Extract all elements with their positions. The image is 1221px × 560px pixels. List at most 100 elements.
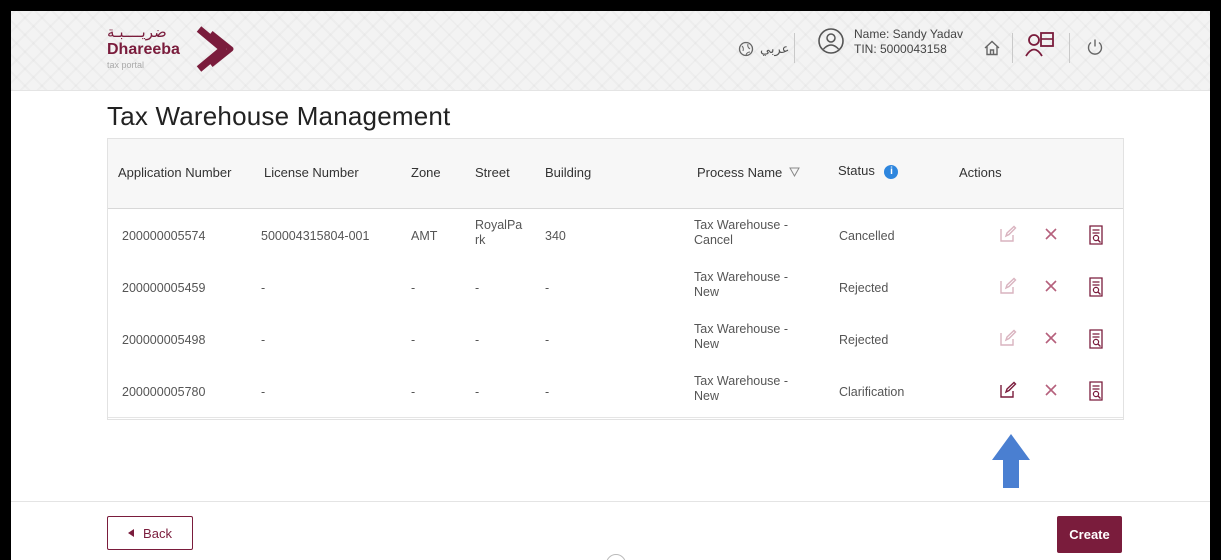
back-button[interactable]: Back [107, 516, 193, 550]
table-header: Application Number License Number Zone S… [108, 139, 1123, 210]
footer-divider [11, 501, 1210, 502]
table-row: 200000005498 - - - - Tax Warehouse - New Reject… [108, 313, 1123, 366]
cell-process-name: Tax Warehouse - New [694, 322, 788, 352]
street-line-2: rk [475, 233, 486, 247]
street-line-1: - [475, 385, 480, 399]
home-icon [984, 40, 1000, 56]
edit-icon[interactable] [999, 329, 1017, 352]
cell-license-number: - [261, 333, 266, 347]
cell-license-number: - [261, 385, 266, 399]
edit-icon[interactable] [999, 381, 1017, 404]
cell-application-number: 200000005459 [122, 281, 206, 295]
cell-zone: - [411, 333, 416, 347]
cell-street: RoyalPa rk [475, 218, 522, 248]
header-license-number[interactable]: License Number [264, 165, 359, 180]
app-window: ضريــــبـة Dhareeba tax portal عربي Name… [11, 11, 1210, 560]
page-title: Tax Warehouse Management [107, 101, 451, 131]
process-line-2: New [694, 285, 720, 299]
process-line-2: Cancel [694, 233, 733, 247]
cell-application-number: 200000005498 [122, 333, 206, 347]
street-line-1: RoyalPa [475, 218, 523, 232]
back-arrow-icon [128, 529, 135, 537]
create-button[interactable]: Create [1057, 516, 1122, 553]
table-row: 200000005780 - - - - Tax Warehouse - New Clarif… [108, 365, 1123, 418]
user-circle-icon [818, 28, 844, 54]
process-line-1: Tax Warehouse - [694, 218, 789, 232]
logo-chevron-icon [196, 26, 234, 72]
process-line-2: New [694, 337, 720, 351]
logout-button[interactable] [1086, 38, 1104, 56]
cell-zone: AMT [411, 229, 438, 243]
arrow-up-icon [992, 434, 1030, 488]
top-header: ضريــــبـة Dhareeba tax portal عربي Name… [11, 11, 1210, 91]
table-row: 200000005459 - - - - Tax Warehouse - New Reject… [108, 261, 1123, 314]
cell-status: Cancelled [839, 229, 895, 243]
home-button[interactable] [983, 39, 1001, 57]
logo-brand-name: Dhareeba [107, 41, 180, 58]
edit-icon[interactable] [999, 277, 1017, 300]
info-icon[interactable]: i [884, 164, 899, 179]
cell-street: - [475, 333, 479, 348]
cell-zone: - [411, 281, 416, 295]
cell-application-number: 200000005574 [122, 229, 206, 243]
back-label: Back [143, 525, 172, 541]
header-process-name[interactable]: Process Name [697, 165, 800, 180]
user-name: Name: Sandy Yadav [854, 27, 963, 41]
header-divider [1069, 33, 1070, 63]
user-profile[interactable] [817, 27, 845, 55]
cell-building: - [545, 281, 550, 295]
close-icon[interactable] [1043, 277, 1059, 300]
warehouse-table: Application Number License Number Zone S… [107, 138, 1124, 420]
user-tin: TIN: 5000043158 [854, 42, 947, 56]
cell-zone: - [411, 385, 416, 399]
header-zone[interactable]: Zone [411, 165, 441, 180]
street-line-1: - [475, 333, 480, 347]
table-row: 200000005574 500004315804-001 AMT RoyalPa rk… [108, 209, 1123, 262]
status-label: Status [838, 163, 875, 178]
user-info: Name: Sandy Yadav TIN: 5000043158 [854, 27, 963, 57]
language-switch[interactable]: عربي [738, 41, 789, 57]
header-divider [1012, 33, 1013, 63]
cell-process-name: Tax Warehouse - New [694, 374, 788, 404]
switch-account-button[interactable] [1024, 31, 1056, 59]
process-line-1: Tax Warehouse - [694, 374, 789, 388]
logo-subtitle: tax portal [107, 60, 145, 70]
header-application-number[interactable]: Application Number [118, 165, 231, 180]
power-icon [1087, 39, 1103, 55]
header-status[interactable]: Status i [838, 163, 899, 179]
close-icon[interactable] [1043, 225, 1059, 248]
view-document-icon[interactable] [1088, 225, 1104, 250]
cell-process-name: Tax Warehouse - New [694, 270, 788, 300]
process-line-2: New [694, 389, 720, 403]
header-street[interactable]: Street [475, 165, 510, 180]
view-document-icon[interactable] [1088, 329, 1104, 354]
edit-icon[interactable] [999, 225, 1017, 248]
dhareeba-logo[interactable]: ضريــــبـة Dhareeba tax portal [107, 23, 267, 75]
cell-license-number: 500004315804-001 [261, 229, 370, 243]
cell-building: - [545, 385, 550, 399]
cell-process-name: Tax Warehouse - Cancel [694, 218, 788, 248]
process-name-label: Process Name [697, 165, 783, 180]
logo-arabic-text: ضريــــبـة [107, 23, 167, 41]
close-icon[interactable] [1043, 329, 1059, 352]
cell-status: Clarification [839, 385, 905, 399]
header-building[interactable]: Building [545, 165, 591, 180]
view-document-icon[interactable] [1088, 381, 1104, 406]
switch-account-icon [1025, 32, 1054, 57]
scroll-indicator [606, 554, 626, 560]
street-line-1: - [475, 281, 480, 295]
cell-status: Rejected [839, 281, 889, 295]
close-icon[interactable] [1043, 381, 1059, 404]
process-line-1: Tax Warehouse - [694, 322, 789, 336]
cell-street: - [475, 385, 479, 400]
header-actions: Actions [959, 165, 1002, 180]
filter-icon[interactable] [789, 167, 800, 178]
language-label: عربي [760, 41, 790, 56]
globe-icon [738, 41, 754, 57]
cell-street: - [475, 281, 479, 296]
cell-building: - [545, 333, 550, 347]
header-divider [794, 33, 795, 63]
view-document-icon[interactable] [1088, 277, 1104, 302]
process-line-1: Tax Warehouse - [694, 270, 789, 284]
create-label: Create [1069, 527, 1110, 542]
